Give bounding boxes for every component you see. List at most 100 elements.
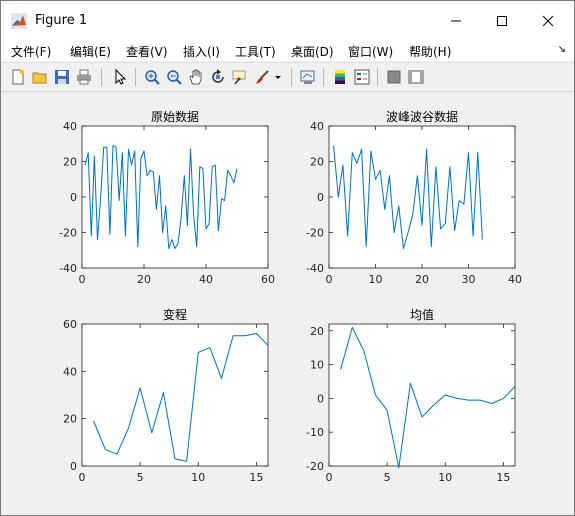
data-cursor-icon (232, 70, 246, 85)
toolbar-separator (291, 68, 292, 86)
toolbar-separator (377, 68, 378, 86)
dock-arrow-icon[interactable]: ↘ (558, 44, 566, 55)
x-tick-label: 20 (415, 273, 429, 286)
y-tick-label: -20 (59, 227, 77, 240)
y-tick-label: 40 (310, 120, 324, 133)
x-tick-label: 0 (79, 273, 86, 286)
show-plot-tools-button[interactable] (407, 68, 425, 86)
data-cursor-button[interactable] (231, 68, 249, 86)
figure-window: Figure 1 文件(F) 编辑(E) 查看(V) 插入(I) 工具(T) 桌… (0, 0, 575, 516)
y-tick-label: 0 (70, 191, 77, 204)
x-tick-label: 0 (79, 471, 86, 484)
folder-icon (32, 72, 47, 84)
menu-window[interactable]: 窗口(W) (348, 43, 393, 60)
print-button[interactable] (75, 68, 93, 86)
subplot-3: 变程 0 5 10 15 0 20 40 60 (63, 307, 269, 484)
menu-file[interactable]: 文件(F) (11, 43, 51, 60)
insert-legend-button[interactable] (353, 68, 371, 86)
open-file-button[interactable] (31, 68, 49, 86)
zoom-out-icon (167, 70, 182, 85)
y-tick-label: 0 (70, 460, 77, 473)
subplot-title: 均值 (410, 307, 434, 322)
brush-icon (256, 70, 269, 84)
toolbar (1, 62, 574, 92)
x-tick-label: 15 (496, 471, 510, 484)
window-title: Figure 1 (35, 13, 88, 28)
y-tick-label: -40 (59, 262, 77, 275)
edit-plot-button[interactable] (111, 68, 129, 86)
toolbar-separator (135, 68, 136, 86)
y-tick-label: 40 (63, 365, 77, 378)
y-tick-label: 20 (63, 156, 77, 169)
x-tick-label: 10 (369, 273, 383, 286)
axes-box (328, 125, 516, 269)
legend-icon (354, 69, 370, 85)
zoom-out-button[interactable] (165, 68, 183, 86)
rotate-3d-button[interactable] (209, 68, 227, 86)
subplot-title: 波峰波谷数据 (386, 109, 458, 124)
minimize-button[interactable] (433, 1, 479, 41)
save-icon (55, 70, 69, 84)
axes-box (81, 323, 269, 467)
brush-button[interactable] (253, 68, 271, 86)
x-tick-label: 0 (326, 273, 333, 286)
pointer-arrow-icon (115, 69, 127, 85)
menu-help[interactable]: 帮助(H) (409, 43, 451, 60)
maximize-button[interactable] (479, 1, 525, 41)
menu-insert[interactable]: 插入(I) (183, 43, 220, 60)
hide-plot-tools-icon (387, 70, 401, 84)
subplot-title: 原始数据 (151, 109, 199, 124)
y-tick-label: 20 (63, 413, 77, 426)
hide-plot-tools-button[interactable] (385, 68, 403, 86)
subplot-title: 变程 (163, 307, 187, 322)
zoom-in-icon (145, 70, 160, 85)
y-tick-label: 0 (317, 392, 324, 405)
subplot-4: 均值 0 5 10 15 -20 -10 0 10 20 (306, 307, 516, 484)
brush-dropdown[interactable] (273, 68, 283, 86)
maximize-icon (497, 16, 507, 26)
y-tick-label: 0 (317, 191, 324, 204)
close-button[interactable] (525, 1, 571, 41)
hand-icon (189, 69, 202, 85)
menu-view[interactable]: 查看(V) (126, 43, 168, 60)
x-tick-label: 0 (326, 471, 333, 484)
y-tick-label: -20 (306, 460, 324, 473)
y-tick-label: 20 (310, 325, 324, 338)
menu-bar: 文件(F) 编辑(E) 查看(V) 插入(I) 工具(T) 桌面(D) 窗口(W… (1, 41, 574, 61)
figure-canvas: 原始数据 0 20 40 60 -40 -20 0 20 40 波峰波谷数据 0 10 20 30 40 -40… (7, 92, 568, 508)
x-tick-label: 30 (462, 273, 476, 286)
pan-button[interactable] (187, 68, 205, 86)
x-tick-label: 10 (438, 471, 452, 484)
subplot-2: 波峰波谷数据 0 10 20 30 40 -40 -20 0 20 40 (306, 109, 522, 286)
save-button[interactable] (53, 68, 71, 86)
y-tick-label: 40 (63, 120, 77, 133)
show-plot-tools-icon (408, 70, 424, 84)
link-plot-button[interactable] (299, 68, 317, 86)
link-plot-icon (300, 70, 315, 84)
y-tick-label: 60 (63, 318, 77, 331)
menu-tools[interactable]: 工具(T) (235, 43, 276, 60)
zoom-in-button[interactable] (143, 68, 161, 86)
x-tick-label: 40 (199, 273, 213, 286)
x-tick-label: 5 (384, 471, 391, 484)
x-tick-label: 15 (249, 471, 263, 484)
plots-area: 原始数据0 20 40 60-40-2002040波峰波谷数据0 10 20 30 40-40… (59, 109, 522, 484)
title-bar: Figure 1 (1, 1, 574, 41)
y-tick-label: -20 (306, 227, 324, 240)
x-tick-label: 40 (508, 273, 522, 286)
minimize-icon (451, 20, 461, 22)
new-figure-button[interactable] (9, 68, 27, 86)
toolbar-separator (101, 68, 102, 86)
rotate-icon (212, 69, 224, 83)
menu-desktop[interactable]: 桌面(D) (291, 43, 334, 60)
x-tick-label: 20 (137, 273, 151, 286)
menu-edit[interactable]: 编辑(E) (70, 43, 111, 60)
y-tick-label: -10 (306, 426, 324, 439)
insert-colorbar-button[interactable] (331, 68, 349, 86)
y-tick-label: -40 (306, 262, 324, 275)
printer-icon (77, 69, 91, 85)
axes-box (328, 323, 516, 467)
matlab-logo-icon (11, 13, 27, 29)
chevron-down-icon (275, 76, 281, 79)
x-tick-label: 60 (261, 273, 275, 286)
